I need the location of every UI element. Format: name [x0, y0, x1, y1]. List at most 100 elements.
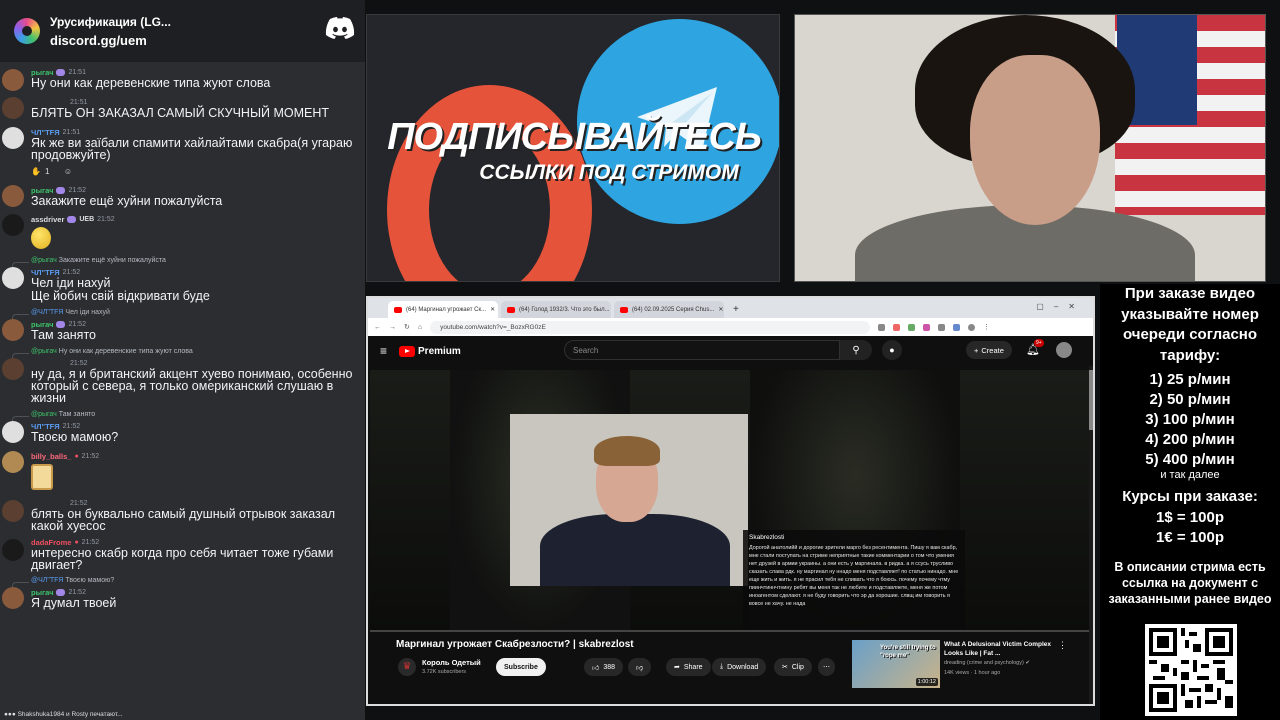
verified-icon: ✔	[1025, 660, 1030, 666]
back-icon[interactable]: ←	[374, 324, 381, 331]
menu-dots-icon[interactable]: ⋮	[983, 323, 990, 331]
browser-tab[interactable]: (64) Голод 1932/3. Что это был...✕	[501, 301, 611, 318]
chat-message: assdriver UEB 21:52	[0, 214, 365, 249]
share-button[interactable]: ➦ Share	[666, 658, 711, 676]
search-button[interactable]: ⚲	[840, 340, 872, 360]
user-avatar[interactable]	[2, 185, 24, 207]
more-actions-button[interactable]: ⋯	[818, 658, 835, 676]
recommended-menu-icon[interactable]: ⋮	[1058, 640, 1067, 651]
stream-layout: Урусификация (LG... discord.gg/uem рыгач…	[0, 0, 1280, 720]
user-avatar[interactable]	[2, 587, 24, 609]
reply-preview[interactable]: @рыгач Закажите ещё хуйни пожалуйста	[0, 257, 365, 269]
subscribe-button[interactable]: Subscribe	[496, 658, 546, 676]
recommended-channel[interactable]: dreading (crime and psychology) ✔	[944, 660, 1030, 666]
chat-message: рыгач 21:52 Я думал твоей	[0, 587, 365, 609]
timestamp: 21:52	[81, 452, 100, 460]
chat-message: рыгач 21:52 Закажите ещё хуйни пожалуйста	[0, 185, 365, 207]
user-avatar[interactable]	[2, 69, 24, 91]
thumbs-down-icon: 👎︎	[636, 664, 644, 672]
menu-icon[interactable]: ≡	[380, 344, 387, 358]
youtube-favicon-icon	[507, 306, 515, 313]
user-avatar[interactable]	[2, 500, 24, 522]
speaker-hair	[594, 436, 660, 466]
inner-video-frame	[510, 414, 748, 586]
forward-icon[interactable]: →	[389, 324, 396, 331]
message-text: Я думал твоей	[31, 596, 117, 610]
notification-count-badge: 9+	[1034, 339, 1044, 347]
extension-icon[interactable]	[923, 323, 931, 331]
channel-avatar[interactable]: ♛	[398, 658, 416, 676]
download-button[interactable]: ⤓ Download	[712, 658, 767, 676]
subscribe-banner: ПОДПИСЫВАЙТЕСЬ ССЫЛКИ ПОД СТРИМОМ	[366, 14, 780, 282]
reaction[interactable]: ✋ 1	[31, 167, 49, 176]
username[interactable]: assdriver	[31, 215, 64, 224]
scrollbar-thumb[interactable]	[1089, 370, 1093, 430]
browser-tab[interactable]: (64) 02.09.2025 Серия Chus... ✕	[614, 301, 724, 318]
extension-icon[interactable]	[893, 323, 901, 331]
timestamp: 21:51	[68, 68, 86, 76]
invite-link[interactable]: discord.gg/uem	[50, 33, 171, 48]
youtube-logo-icon[interactable]	[399, 345, 416, 357]
extension-icon[interactable]	[908, 323, 916, 331]
close-tab-icon[interactable]: ✕	[718, 306, 723, 313]
share-icon: ➦	[674, 664, 680, 671]
plus-icon: +	[974, 345, 979, 355]
voice-search-button[interactable]: ●	[882, 340, 902, 360]
browser-tab[interactable]: (64) Маргинал угрожает Ск... ✕	[388, 301, 498, 318]
url-input[interactable]: youtube.com/watch?v=_BozxRG0zE	[430, 320, 871, 334]
timestamp: 21:52	[68, 320, 86, 328]
reply-preview[interactable]: @ЧЛ"ТFЯ Чел іди нахуй	[0, 309, 365, 321]
user-avatar[interactable]	[2, 451, 24, 473]
dislike-button[interactable]: 👎︎	[628, 658, 652, 676]
extension-icon[interactable]	[878, 323, 886, 331]
search-input[interactable]: Search	[564, 340, 840, 360]
chat-message: 21:52 ну да, я и британский акцент хуево…	[0, 358, 365, 404]
user-avatar[interactable]	[2, 319, 24, 341]
user-avatar[interactable]	[2, 539, 24, 561]
user-avatar[interactable]	[2, 421, 24, 443]
clip-button[interactable]: ✂ Clip	[774, 658, 812, 676]
user-avatar[interactable]	[2, 358, 24, 380]
youtube-header: ≡ Premium Search ⚲ ● + Create 🔔︎ 9+	[368, 336, 1093, 366]
donation-text: Дорогой анатолийй и дорогие зрители марг…	[749, 545, 959, 607]
message-text: Твоєю мамою?	[31, 430, 119, 444]
scroll-emoji-icon	[31, 464, 53, 490]
close-tab-icon[interactable]: ✕	[490, 306, 495, 313]
video-info: Маргинал угрожает Скабрезлости? | skabre…	[370, 632, 1090, 704]
timestamp: 21:52	[97, 215, 115, 223]
reply-preview[interactable]: @рыгач Ну они как деревенские типа жуют …	[0, 348, 365, 360]
user-avatar[interactable]	[2, 127, 24, 149]
user-avatar[interactable]	[2, 97, 24, 119]
timestamp: 21:52	[68, 588, 86, 596]
recommended-title[interactable]: What A Delusional Victim Complex Looks L…	[944, 640, 1054, 658]
account-avatar[interactable]	[1056, 342, 1072, 358]
role-badge-icon	[56, 320, 66, 328]
username[interactable]: billy_balls_	[31, 452, 71, 461]
streamer-face	[970, 55, 1100, 225]
home-icon[interactable]: ⌂	[418, 324, 422, 331]
like-button[interactable]: 👍︎ 388	[584, 658, 624, 676]
user-avatar[interactable]	[2, 214, 24, 236]
browser-window: (64) Маргинал угрожает Ск... ✕ (64) Голод…	[366, 296, 1095, 706]
add-reaction-button[interactable]: ☺	[64, 167, 72, 176]
banner-title: ПОДПИСЫВАЙТЕСЬ	[387, 116, 762, 158]
user-avatar[interactable]	[2, 267, 24, 289]
video-player[interactable]: Skabrezlosti Дорогой анатолийй и дорогие…	[370, 370, 1090, 632]
channel-name[interactable]: Король Одетый	[422, 658, 481, 667]
role-badge-icon	[56, 186, 66, 194]
reload-icon[interactable]: ↻	[404, 323, 410, 331]
profile-icon[interactable]	[968, 323, 976, 331]
subscriber-count: 3.72K subscribers	[422, 669, 467, 675]
speaker-body	[540, 514, 730, 586]
window-controls[interactable]: ▢–✕	[1036, 302, 1085, 311]
recommended-thumbnail[interactable]: You're still trying to "rope me" 1:00:12	[852, 640, 940, 688]
create-button[interactable]: + Create	[966, 341, 1012, 359]
reply-preview[interactable]: @ЧЛ"ТFЯ Твоєю мамою?	[0, 577, 365, 589]
reply-preview[interactable]: @рыгач Там занято	[0, 411, 365, 423]
new-tab-button[interactable]: +	[727, 301, 745, 318]
tariff-item: 4) 200 р/мин	[1145, 431, 1235, 448]
typing-indicator: ●●● Shakshuka1984 и Rosty печатают...	[4, 711, 123, 718]
extension-icon[interactable]	[938, 323, 946, 331]
description-note: В описании стрима есть ссылка на докумен…	[1108, 559, 1272, 606]
extension-icon[interactable]	[953, 323, 961, 331]
